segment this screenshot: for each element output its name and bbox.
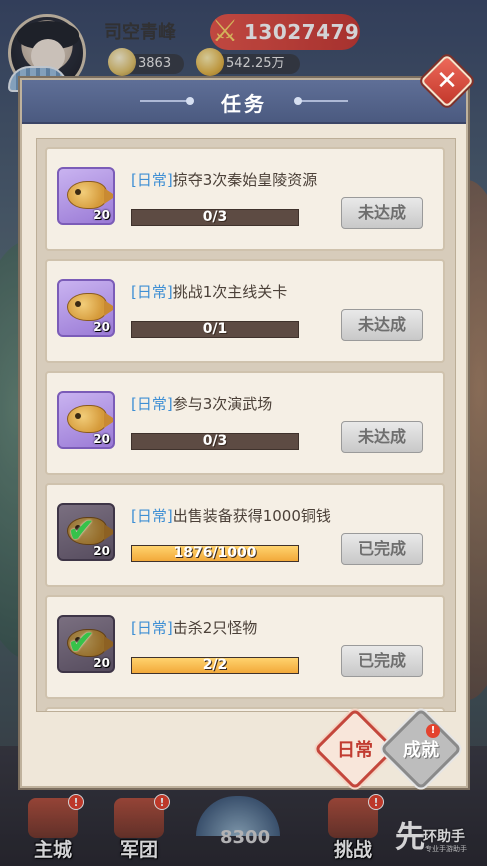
reward-quantity: 20: [93, 208, 110, 222]
reward-item[interactable]: 20: [57, 279, 115, 337]
fish-eye: [75, 413, 81, 419]
task-description: 参与3次演武场: [172, 395, 273, 413]
not-achieved-button[interactable]: 未达成: [341, 197, 423, 229]
checkmark-icon: ✔: [67, 511, 96, 551]
progress-bar: 2/2: [131, 657, 299, 674]
reward-item[interactable]: 20: [57, 391, 115, 449]
task-dialog: 任务 20 [日常]掠夺3次秦始皇陵资源 0/3 未达成 20 [日常]挑战1次主线关卡 0…: [20, 78, 468, 791]
fish-icon: [67, 181, 113, 209]
checkmark-icon: ✔: [67, 623, 96, 663]
fish-eye: [75, 301, 81, 307]
reward-quantity: 20: [93, 544, 110, 558]
progress-bar: 0/3: [131, 433, 299, 450]
close-icon: ✕: [436, 66, 458, 96]
dialog-header: 任务: [22, 80, 466, 124]
progress-bar: 1876/1000: [131, 545, 299, 562]
reward-quantity: 20: [93, 320, 110, 334]
not-achieved-button[interactable]: 未达成: [341, 309, 423, 341]
task-type-tag: [日常]: [131, 395, 173, 413]
dialog-title: 任务: [221, 92, 267, 116]
task-title: [日常]参与3次演武场: [131, 393, 272, 414]
progress-text: 0/3: [202, 433, 228, 449]
task-title: [日常]挑战1次主线关卡: [131, 281, 287, 302]
task-card: 20 [日常]参与3次演武场 0/3 未达成: [45, 371, 445, 475]
task-card-partial: [45, 707, 445, 711]
task-type-tag: [日常]: [131, 507, 173, 525]
task-type-tag: [日常]: [131, 619, 173, 637]
tab-daily-label: 日常: [337, 740, 373, 761]
task-card: 20 [日常]掠夺3次秦始皇陵资源 0/3 未达成: [45, 147, 445, 251]
task-description: 挑战1次主线关卡: [172, 283, 288, 301]
reward-item[interactable]: ✔ 20: [57, 503, 115, 561]
task-title: [日常]掠夺3次秦始皇陵资源: [131, 169, 317, 190]
reward-quantity: 20: [93, 432, 110, 446]
completed-button[interactable]: 已完成: [341, 645, 423, 677]
reward-item[interactable]: 20: [57, 167, 115, 225]
task-title: [日常]出售装备获得1000铜钱: [131, 505, 331, 526]
task-card: 20 [日常]挑战1次主线关卡 0/1 未达成: [45, 259, 445, 363]
progress-bar: 0/3: [131, 209, 299, 226]
fish-icon: [67, 293, 113, 321]
task-description: 掠夺3次秦始皇陵资源: [172, 171, 318, 189]
tab-achievement[interactable]: 成就: [379, 707, 463, 791]
progress-text: 0/1: [202, 321, 228, 337]
task-type-tag: [日常]: [131, 171, 173, 189]
progress-text: 2/2: [202, 657, 228, 673]
progress-text: 1876/1000: [173, 545, 257, 561]
task-card: ✔ 20 [日常]击杀2只怪物 2/2 已完成: [45, 595, 445, 699]
task-title: [日常]击杀2只怪物: [131, 617, 257, 638]
task-description: 击杀2只怪物: [172, 619, 258, 637]
task-description: 出售装备获得1000铜钱: [172, 507, 331, 525]
completed-button[interactable]: 已完成: [341, 533, 423, 565]
fish-eye: [75, 189, 81, 195]
progress-text: 0/3: [202, 209, 228, 225]
not-achieved-button[interactable]: 未达成: [341, 421, 423, 453]
progress-bar: 0/1: [131, 321, 299, 338]
task-card: ✔ 20 [日常]出售装备获得1000铜钱 1876/1000 已完成: [45, 483, 445, 587]
reward-item[interactable]: ✔ 20: [57, 615, 115, 673]
task-type-tag: [日常]: [131, 283, 173, 301]
task-list[interactable]: 20 [日常]掠夺3次秦始皇陵资源 0/3 未达成 20 [日常]挑战1次主线关卡 0/1 未…: [36, 138, 456, 712]
achievement-badge: !: [426, 724, 440, 738]
reward-quantity: 20: [93, 656, 110, 670]
fish-icon: [67, 405, 113, 433]
header-ornament-right: [294, 97, 348, 105]
